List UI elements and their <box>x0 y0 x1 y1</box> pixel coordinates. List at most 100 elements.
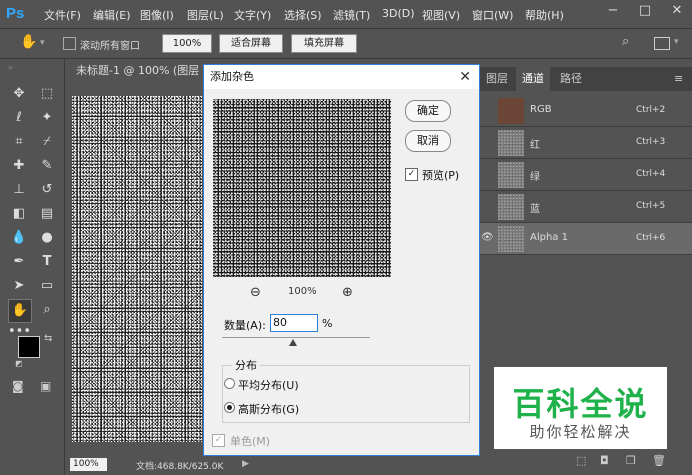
channel-shortcut: Ctrl+3 <box>636 137 666 147</box>
gaussian-label: 高斯分布(G) <box>238 403 300 416</box>
tab-paths[interactable]: 路径 <box>554 67 588 91</box>
menu-select[interactable]: 选择(S) <box>284 7 322 23</box>
amount-slider-thumb[interactable] <box>289 339 298 346</box>
swap-colors-icon[interactable]: ⇆ <box>44 333 52 344</box>
status-zoom-field[interactable]: 100% <box>70 458 107 471</box>
channel-name: 蓝 <box>530 204 540 215</box>
watermark-subtitle: 助你轻松解决 <box>529 423 632 441</box>
dialog-close-icon[interactable]: ✕ <box>459 65 471 89</box>
channel-row-rgb[interactable]: RGB Ctrl+2 <box>478 95 692 127</box>
zoom-tool-icon[interactable]: ⌕ <box>36 299 58 321</box>
cancel-button[interactable]: 取消 <box>405 130 451 152</box>
zoom-out-icon[interactable]: ⊖ <box>250 285 261 300</box>
scroll-all-windows-checkbox[interactable] <box>63 37 76 50</box>
menu-view[interactable]: 视图(V) <box>422 7 460 23</box>
gradient-tool-icon[interactable]: ▤ <box>36 203 58 225</box>
channel-thumbnail <box>498 98 524 124</box>
visibility-eye-icon[interactable]: 👁 <box>481 232 494 243</box>
menu-window[interactable]: 窗口(W) <box>472 7 513 23</box>
lasso-tool-icon[interactable]: ℓ <box>8 107 30 129</box>
dialog-titlebar: 添加杂色 ✕ <box>204 65 479 89</box>
crop-tool-icon[interactable]: ⌗ <box>8 131 30 153</box>
channel-row-blue[interactable]: 蓝 Ctrl+5 <box>478 191 692 223</box>
workspace-dropdown-icon[interactable]: ▾ <box>674 37 679 47</box>
status-arrow-icon[interactable]: ▶ <box>242 459 249 469</box>
new-channel-icon[interactable]: ❐ <box>626 454 636 467</box>
menu-3d[interactable]: 3D(D) <box>382 7 415 20</box>
close-window-button[interactable]: ✕ <box>662 0 692 22</box>
path-selection-tool-icon[interactable]: ➤ <box>8 275 30 297</box>
zoom-100-button[interactable]: 100% <box>162 34 212 53</box>
menu-help[interactable]: 帮助(H) <box>525 7 564 23</box>
amount-input[interactable]: 80 <box>270 314 318 332</box>
screen-mode-icon[interactable]: ▣ <box>40 379 51 393</box>
uniform-label: 平均分布(U) <box>238 379 299 392</box>
save-selection-icon[interactable]: ◘ <box>600 454 609 467</box>
healing-brush-tool-icon[interactable]: ✚ <box>8 155 30 177</box>
delete-channel-icon[interactable]: 🗑 <box>652 454 666 467</box>
move-tool-icon[interactable]: ✥ <box>8 83 30 105</box>
tab-layers[interactable]: 图层 <box>480 67 514 91</box>
workspace-icon[interactable] <box>654 37 670 50</box>
search-icon[interactable]: ⌕ <box>622 34 629 49</box>
channel-row-red[interactable]: 红 Ctrl+3 <box>478 127 692 159</box>
monochrome-label: 单色(M) <box>230 435 271 448</box>
app-logo: Ps <box>6 5 25 22</box>
type-tool-icon[interactable]: T <box>36 251 58 273</box>
menu-image[interactable]: 图像(I) <box>140 7 174 23</box>
monochrome-checkbox[interactable]: ✓ <box>212 434 225 447</box>
zoom-in-icon[interactable]: ⊕ <box>342 285 353 300</box>
channel-row-alpha1[interactable]: 👁 Alpha 1 Ctrl+6 <box>478 223 692 255</box>
menu-edit[interactable]: 编辑(E) <box>93 7 131 23</box>
eraser-tool-icon[interactable]: ◧ <box>8 203 30 225</box>
dialog-preview-image[interactable] <box>213 99 391 277</box>
ok-button[interactable]: 确定 <box>405 100 451 122</box>
amount-slider-track[interactable] <box>222 337 370 338</box>
tool-preset-dropdown-icon[interactable]: ▾ <box>40 38 45 48</box>
magic-wand-tool-icon[interactable]: ✦ <box>36 107 58 129</box>
dialog-title: 添加杂色 <box>210 70 254 83</box>
watermark-title: 百科全说 <box>512 385 649 423</box>
channel-row-green[interactable]: 绿 Ctrl+4 <box>478 159 692 191</box>
marquee-tool-icon[interactable]: ⬚ <box>36 83 58 105</box>
load-selection-icon[interactable]: ⬚ <box>576 454 586 467</box>
default-colors-icon[interactable]: ◩ <box>15 359 23 368</box>
maximize-button[interactable]: □ <box>630 0 660 22</box>
menu-layer[interactable]: 图层(L) <box>187 7 224 23</box>
fit-screen-button[interactable]: 适合屏幕 <box>219 34 283 53</box>
eyedropper-tool-icon[interactable]: ⌿ <box>36 131 58 153</box>
gaussian-radio[interactable] <box>224 402 235 413</box>
channel-thumbnail <box>498 130 524 156</box>
channel-name: RGB <box>530 104 552 115</box>
uniform-radio[interactable] <box>224 378 235 389</box>
dodge-tool-icon[interactable]: ● <box>36 227 58 249</box>
add-noise-dialog: 添加杂色 ✕ ⊖ 100% ⊕ 确定 取消 ✓ 预览(P) 数量(A): 80 … <box>203 64 480 456</box>
preview-checkbox[interactable]: ✓ <box>405 168 418 181</box>
tab-channels[interactable]: 通道 <box>516 67 550 91</box>
hand-tool-active-icon[interactable]: ✋ <box>8 299 32 323</box>
brush-tool-icon[interactable]: ✎ <box>36 155 58 177</box>
channel-shortcut: Ctrl+2 <box>636 105 666 115</box>
foreground-color-swatch[interactable] <box>18 336 40 358</box>
menubar: Ps 文件(F) 编辑(E) 图像(I) 图层(L) 文字(Y) 选择(S) 滤… <box>0 0 692 29</box>
menu-type[interactable]: 文字(Y) <box>234 7 271 23</box>
toolbox: » ✥ ⬚ ℓ ✦ ⌗ ⌿ ✚ ✎ ⊥ ↺ ◧ ▤ 💧 ● ✒ T ➤ ▭ ✋ … <box>0 59 65 475</box>
pen-tool-icon[interactable]: ✒ <box>8 251 30 273</box>
quick-mask-icon[interactable]: ◙ <box>12 379 24 393</box>
channel-thumbnail <box>498 226 524 252</box>
document-tab[interactable]: 未标题-1 @ 100% (图层 1 <box>66 60 216 82</box>
channel-name: 红 <box>530 140 540 151</box>
panel-menu-icon[interactable]: ≡ <box>674 72 683 85</box>
rectangle-tool-icon[interactable]: ▭ <box>36 275 58 297</box>
minimize-button[interactable]: − <box>598 0 628 22</box>
menu-filter[interactable]: 滤镜(T) <box>333 7 370 23</box>
blur-tool-icon[interactable]: 💧 <box>8 227 30 249</box>
fill-screen-button[interactable]: 填充屏幕 <box>291 34 357 53</box>
history-brush-tool-icon[interactable]: ↺ <box>36 179 58 201</box>
clone-stamp-tool-icon[interactable]: ⊥ <box>8 179 30 201</box>
menu-file[interactable]: 文件(F) <box>44 7 81 23</box>
amount-unit: % <box>322 317 333 330</box>
toolbox-collapse-icon[interactable]: » <box>8 63 13 72</box>
hand-tool-icon[interactable]: ✋ <box>20 34 37 50</box>
document-canvas[interactable] <box>72 96 202 442</box>
